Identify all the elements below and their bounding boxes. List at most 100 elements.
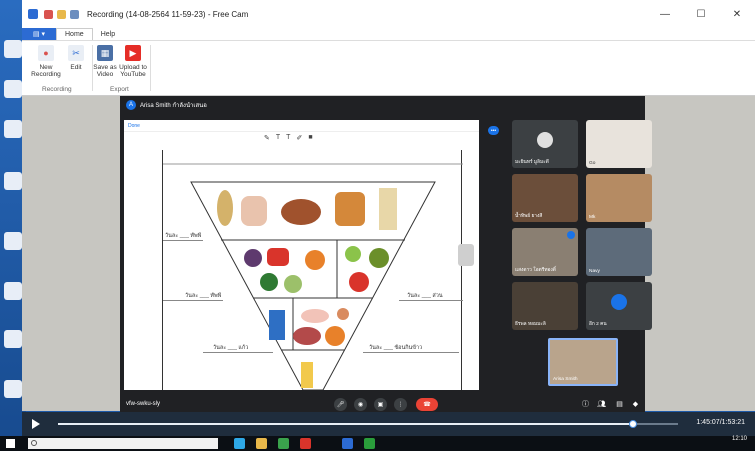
self-view[interactable]: Arisa Smith (548, 338, 618, 386)
present-button[interactable]: ▣ (374, 398, 387, 411)
seek-progress (58, 423, 633, 425)
app-icon (28, 9, 38, 19)
participant-name: มะยินทร์ มูลิมะดี (515, 160, 549, 165)
taskbar-search[interactable] (28, 438, 218, 449)
worksheet-line (163, 300, 223, 301)
annotation-tools: ✎ T T ✐ ■ (264, 134, 313, 142)
mic-button[interactable]: 🎤︎ (334, 398, 347, 411)
save-as-video-label: Save as Video (93, 64, 117, 78)
desktop-icon[interactable] (4, 80, 22, 98)
desktop-icon[interactable] (4, 232, 22, 250)
seek-track[interactable] (58, 420, 678, 428)
participant-tile[interactable]: แสงดาว โอตรีทองดิ์ (512, 228, 578, 276)
minimize-button[interactable]: — (647, 0, 683, 28)
edge-icon[interactable] (234, 438, 245, 449)
taskbar: 12:10 (0, 436, 755, 451)
worksheet-label-milk: วันละ ___ แก้ว (213, 345, 249, 351)
chat-icon[interactable]: ▤ (614, 398, 625, 409)
free-cam-taskbar-icon[interactable] (342, 438, 353, 449)
tab-home[interactable]: Home (56, 28, 93, 40)
participant-name: ธีรพล หอมมะลิ (515, 322, 546, 327)
activities-icon[interactable]: ◆ (630, 398, 641, 409)
save-as-video-button[interactable]: ▦ Save as Video (92, 45, 118, 78)
text-icon[interactable]: T (276, 134, 280, 142)
info-icon[interactable]: ⓘ (580, 398, 591, 409)
folder-icon[interactable] (57, 9, 66, 19)
file-explorer-icon[interactable] (256, 438, 267, 449)
meet-video-frame: A Arisa Smith กำลังนำเสนอ Done ✎ T T ✐ ■ (120, 96, 652, 412)
film-icon: ▦ (97, 45, 113, 61)
shape-icon[interactable]: ■ (308, 134, 312, 142)
tab-help[interactable]: Help (93, 28, 123, 40)
participant-name: Navy (589, 269, 600, 274)
ribbon-tabs: ▤ ▾ Home Help (22, 28, 755, 41)
record-icon[interactable] (44, 9, 53, 19)
participant-tile[interactable]: Go (586, 120, 652, 168)
worksheet-label-grains: วันละ ___ ทัพพี (165, 233, 202, 239)
play-icon[interactable] (32, 419, 40, 429)
seek-thumb[interactable] (628, 420, 637, 428)
participant-name: แสงดาว โอตรีทองดิ์ (515, 268, 556, 273)
new-recording-label: New Recording (31, 64, 61, 78)
avatar (537, 132, 553, 148)
group-export: Export (110, 86, 129, 93)
worksheet-line (203, 352, 273, 353)
desktop-icon[interactable] (4, 40, 22, 58)
playback-time: 1:45:07/1:53:21 (696, 419, 745, 426)
pen-icon[interactable]: ✎ (264, 134, 270, 142)
quick-access-toolbar (44, 9, 79, 19)
participant-tile[interactable]: มะยินทร์ มูลิมะดี (512, 120, 578, 168)
self-name: Arisa Smith (553, 377, 578, 382)
more-options-button[interactable]: ⋮ (394, 398, 407, 411)
presenter-avatar: A (126, 100, 136, 110)
avatar (611, 294, 627, 310)
food-pyramid-drawing (163, 163, 463, 390)
people-icon[interactable]: 👥︎ (596, 398, 607, 409)
worksheet-label-vegetables: วันละ ___ ทัพพี (185, 293, 222, 299)
meet-taskbar-icon[interactable] (364, 438, 375, 449)
participant-tile[interactable]: น้ำทิพย์ ยางสี (512, 174, 578, 222)
search-icon (31, 440, 37, 446)
presenting-indicator: ••• (488, 126, 499, 135)
chrome-icon[interactable] (278, 438, 289, 449)
playback-bar: 1:45:07/1:53:21 (22, 412, 755, 436)
save-icon[interactable] (70, 9, 79, 19)
participant-tile[interactable]: Navy (586, 228, 652, 276)
desktop-icon[interactable] (4, 282, 22, 300)
meeting-code: vfw-swku-sly (126, 401, 160, 407)
group-recording: Recording (42, 86, 72, 93)
window-title: Recording (14-08-2564 11-59-23) - Free C… (87, 9, 249, 19)
more-participants-tile[interactable]: อีก 2 คน (586, 282, 652, 330)
maximize-button[interactable]: ☐ (683, 0, 719, 28)
app-icon[interactable] (300, 438, 311, 449)
shared-screen: Done ✎ T T ✐ ■ วันละ ___ ทัพพี วันละ ___… (124, 120, 479, 390)
desktop-icon[interactable] (4, 120, 22, 138)
participant-name: น้ำทิพย์ ยางสี (515, 214, 543, 219)
desktop-icon[interactable] (4, 330, 22, 348)
upload-youtube-label: Upload to YouTube (119, 64, 147, 78)
page-scroll-handle[interactable] (458, 244, 474, 266)
participant-tile[interactable]: Mk (586, 174, 652, 222)
presenter-name: Arisa Smith กำลังนำเสนอ (140, 103, 207, 109)
upload-youtube-button[interactable]: ▶ Upload to YouTube (118, 45, 148, 78)
camera-button[interactable]: ◉ (354, 398, 367, 411)
edit-label: Edit (70, 64, 82, 71)
worksheet-label-fruits: วันละ ___ ส่วน (407, 293, 443, 299)
ribbon: ● New Recording ✂ Edit ▦ Save as Video ▶… (22, 41, 755, 96)
worksheet-line (363, 352, 459, 353)
new-recording-button[interactable]: ● New Recording (28, 45, 64, 78)
windows-start-icon[interactable] (6, 439, 15, 448)
edit-button[interactable]: ✂ Edit (64, 45, 88, 71)
done-button[interactable]: Done (128, 123, 140, 129)
presenter-label: A Arisa Smith กำลังนำเสนอ (126, 100, 207, 110)
screen: Recording (14-08-2564 11-59-23) - Free C… (0, 0, 755, 451)
leave-call-button[interactable]: ☎ (416, 398, 438, 411)
close-button[interactable]: ✕ (719, 0, 755, 28)
marker-icon[interactable]: ✐ (296, 134, 302, 142)
desktop-icon[interactable] (4, 380, 22, 398)
participant-tile[interactable]: ธีรพล หอมมะลิ (512, 282, 578, 330)
new-recording-icon: ● (38, 45, 54, 61)
desktop-icon[interactable] (4, 172, 22, 190)
text-icon[interactable]: T (286, 134, 290, 142)
file-menu-button[interactable]: ▤ ▾ (22, 28, 56, 40)
